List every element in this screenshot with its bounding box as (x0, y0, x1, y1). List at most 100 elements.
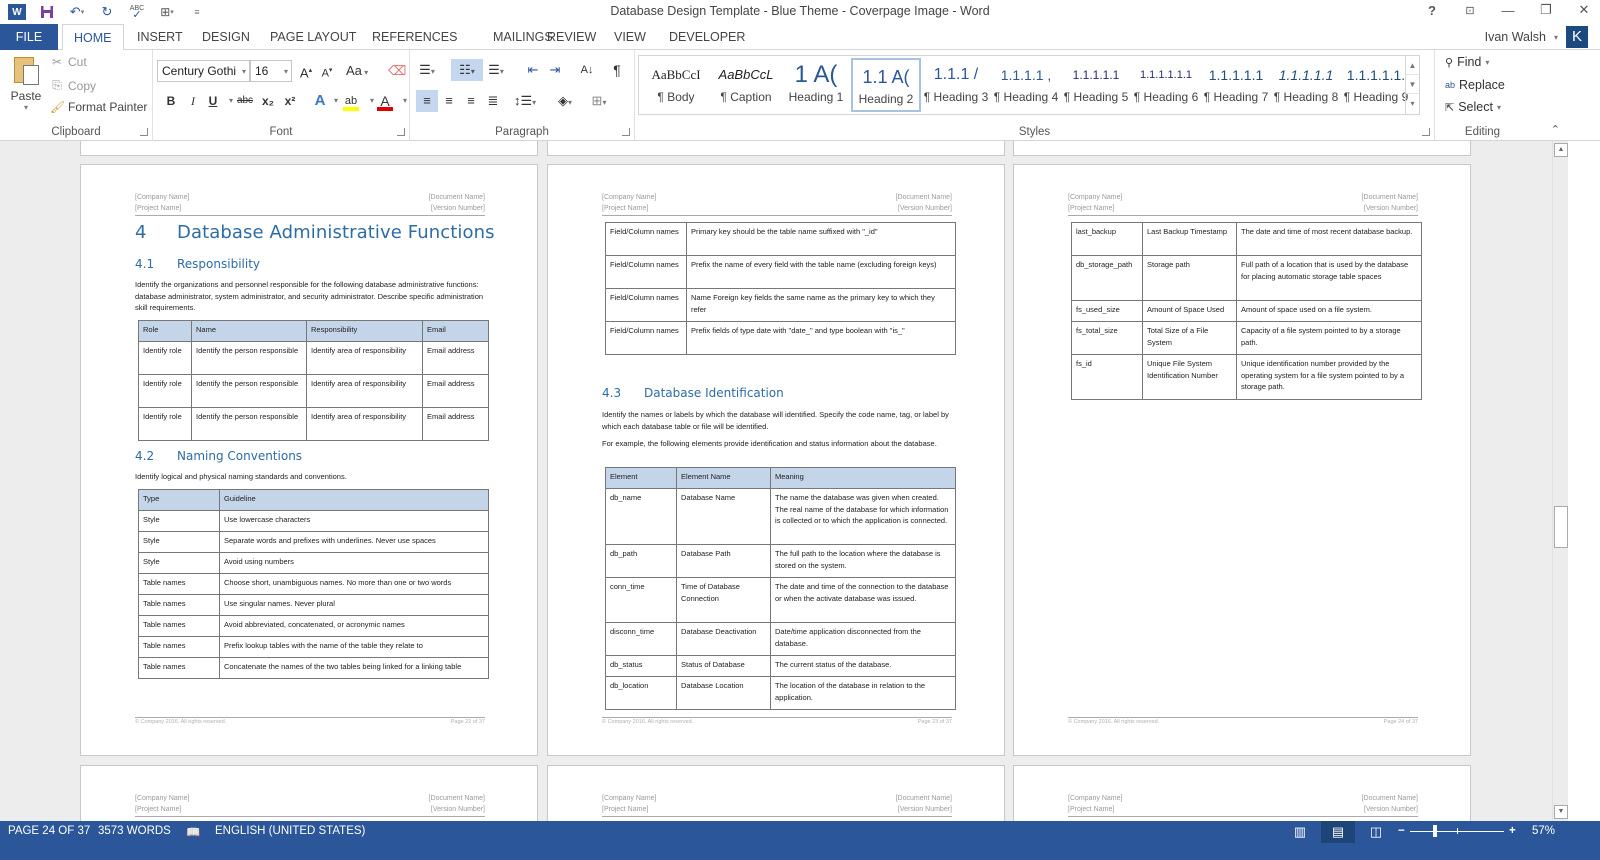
collapse-ribbon-icon[interactable]: ⌃ (1551, 123, 1560, 136)
language-indicator[interactable]: ENGLISH (UNITED STATES) (215, 825, 365, 837)
chevron-down-icon[interactable]: ▾ (1554, 33, 1558, 42)
avatar[interactable]: K (1566, 26, 1588, 48)
highlight-color-button[interactable]: ab (341, 90, 361, 112)
decrease-indent-icon[interactable]: ⇤ (524, 59, 542, 81)
shading-button[interactable]: ◈▾ (556, 90, 574, 112)
account-area[interactable]: Ivan Walsh ▾ K (1485, 26, 1588, 48)
align-left-button[interactable]: ≡ (416, 90, 438, 112)
page-23: [Company Name] [Project Name] [Document N… (547, 164, 1005, 756)
read-mode-icon[interactable]: ▥ (1283, 821, 1317, 843)
font-color-button[interactable]: A (375, 90, 395, 112)
clipboard-dialog-launcher-icon[interactable] (140, 128, 148, 136)
zoom-slider-thumb[interactable] (1433, 825, 1437, 837)
cut-button[interactable]: ✂ Cut (50, 55, 87, 69)
borders-button[interactable]: ⊞▾ (590, 90, 608, 112)
table-cell: Identify the person responsible (191, 374, 307, 408)
sort-icon[interactable]: A↓ (578, 59, 596, 81)
zoom-in-button[interactable]: + (1509, 825, 1516, 837)
style-body[interactable]: AaBbCcI ¶ Body (641, 58, 711, 112)
show-formatting-marks-button[interactable]: ¶ (608, 59, 626, 81)
bold-button[interactable]: B (162, 90, 180, 112)
style-heading-7[interactable]: 1.1.1.1.1 ¶ Heading 7 (1201, 58, 1271, 112)
line-spacing-button[interactable]: ↕☰▾ (514, 90, 536, 112)
style-heading-5[interactable]: 1.1.1.1.1 ¶ Heading 5 (1061, 58, 1131, 112)
replace-button[interactable]: ab Replace (1445, 78, 1505, 92)
tab-home[interactable]: HOME (62, 24, 124, 51)
numbering-button[interactable]: ☷▾ (451, 59, 483, 81)
vertical-scrollbar[interactable]: ▲ ▼ (1552, 141, 1568, 821)
style-heading-6[interactable]: 1.1.1.1.1.1 ¶ Heading 6 (1131, 58, 1201, 112)
underline-button[interactable]: U (204, 90, 222, 112)
web-layout-icon[interactable]: ◫ (1359, 821, 1393, 843)
style-heading-4[interactable]: 1.1.1.1 , ¶ Heading 4 (991, 58, 1061, 112)
tab-insert[interactable]: INSERT (126, 24, 194, 50)
page-indicator[interactable]: PAGE 24 OF 37 (8, 825, 90, 837)
tab-view[interactable]: VIEW (603, 24, 657, 50)
grow-font-button[interactable]: A▴ (297, 60, 315, 82)
help-icon[interactable]: ? (1422, 3, 1442, 18)
clear-formatting-icon[interactable]: ⌫ (388, 60, 406, 82)
scrollbar-thumb[interactable] (1554, 506, 1568, 548)
format-painter-button[interactable]: 🖌 Format Painter (50, 100, 147, 114)
style-caption[interactable]: AaBbCcL ¶ Caption (711, 58, 781, 112)
justify-button[interactable]: ≣ (484, 90, 502, 112)
user-name[interactable]: Ivan Walsh (1485, 30, 1546, 44)
bullets-button[interactable]: ☰▾ (418, 59, 436, 81)
table-row: Table names Choose short, unambiguous nam… (138, 573, 489, 595)
paste-button[interactable]: Paste ▾ (8, 54, 44, 112)
table-cell: Prefix fields of type date with "date_" … (686, 321, 956, 355)
tab-page-layout[interactable]: PAGE LAYOUT (259, 24, 367, 50)
ribbon-display-options-icon[interactable]: ⊡ (1460, 4, 1480, 17)
chevron-down-icon[interactable]: ▾ (1485, 58, 1489, 67)
italic-button[interactable]: I (184, 90, 202, 112)
style-heading-3[interactable]: 1.1.1 / ¶ Heading 3 (921, 58, 991, 112)
scroll-up-icon[interactable]: ▲ (1554, 143, 1568, 157)
styles-dialog-launcher-icon[interactable] (1422, 128, 1430, 136)
proofing-icon[interactable]: 📖 (186, 825, 200, 839)
style-heading-8[interactable]: 1.1.1.1.1 ¶ Heading 8 (1271, 58, 1341, 112)
word-count[interactable]: 3573 WORDS (98, 825, 171, 837)
font-dialog-launcher-icon[interactable] (397, 128, 405, 136)
increase-indent-icon[interactable]: ⇥ (546, 59, 564, 81)
more-styles-icon[interactable]: ▾ (1406, 94, 1419, 113)
superscript-button[interactable]: x² (281, 90, 299, 112)
style-heading-2[interactable]: 1.1 A(Heading 2 (851, 58, 921, 112)
tab-design[interactable]: DESIGN (191, 24, 261, 50)
document-area[interactable]: [Company Name] [Project Name] [Document N… (0, 141, 1552, 821)
select-button[interactable]: ⇱ Select ▾ (1445, 100, 1501, 114)
style-heading-9[interactable]: 1.1.1.1.1. ¶ Heading 9 (1341, 58, 1411, 112)
shrink-font-button[interactable]: A▾ (318, 60, 336, 82)
tab-developer[interactable]: DEVELOPER (658, 24, 756, 50)
chevron-down-icon[interactable]: ▾ (1497, 103, 1501, 112)
find-button[interactable]: ⚲ Find ▾ (1445, 55, 1489, 69)
restore-icon[interactable]: ❐ (1536, 2, 1556, 18)
scroll-down-icon[interactable]: ▼ (1554, 805, 1568, 819)
print-layout-icon[interactable]: ▤ (1321, 821, 1355, 843)
scroll-up-icon[interactable]: ▲ (1406, 56, 1419, 75)
chevron-down-icon[interactable]: ▾ (284, 67, 288, 76)
strikethrough-button[interactable]: abc (236, 90, 254, 112)
copy-button[interactable]: ⎘ Copy (50, 78, 96, 93)
tab-references[interactable]: REFERENCES (361, 24, 468, 50)
change-case-button[interactable]: Aa ▾ (346, 60, 368, 82)
heading-1: 4 Database Administrative Functions (135, 222, 495, 243)
align-center-button[interactable]: ≡ (440, 90, 458, 112)
style-heading-1[interactable]: 1 A(Heading 1 (781, 58, 851, 112)
column-header: Role (138, 320, 192, 342)
chevron-down-icon[interactable]: ▾ (8, 103, 44, 112)
font-size-combobox[interactable]: 16 ▾ (250, 60, 292, 82)
close-icon[interactable]: ✕ (1574, 2, 1594, 18)
paragraph-dialog-launcher-icon[interactable] (622, 128, 630, 136)
zoom-out-button[interactable]: − (1398, 825, 1405, 837)
tab-review[interactable]: REVIEW (536, 24, 607, 50)
style-name: ¶ Caption (720, 90, 772, 104)
tab-file[interactable]: FILE (0, 24, 58, 50)
multilevel-list-button[interactable]: ☰▾ (487, 59, 505, 81)
subscript-button[interactable]: x₂ (259, 90, 277, 112)
minimize-icon[interactable]: — (1498, 3, 1518, 18)
align-right-button[interactable]: ≡ (462, 90, 480, 112)
zoom-level[interactable]: 57% (1532, 825, 1555, 837)
chevron-down-icon[interactable]: ▾ (242, 67, 246, 76)
scroll-down-icon[interactable]: ▼ (1406, 75, 1419, 94)
font-name-combobox[interactable]: Century Gothi ▾ (157, 60, 250, 82)
